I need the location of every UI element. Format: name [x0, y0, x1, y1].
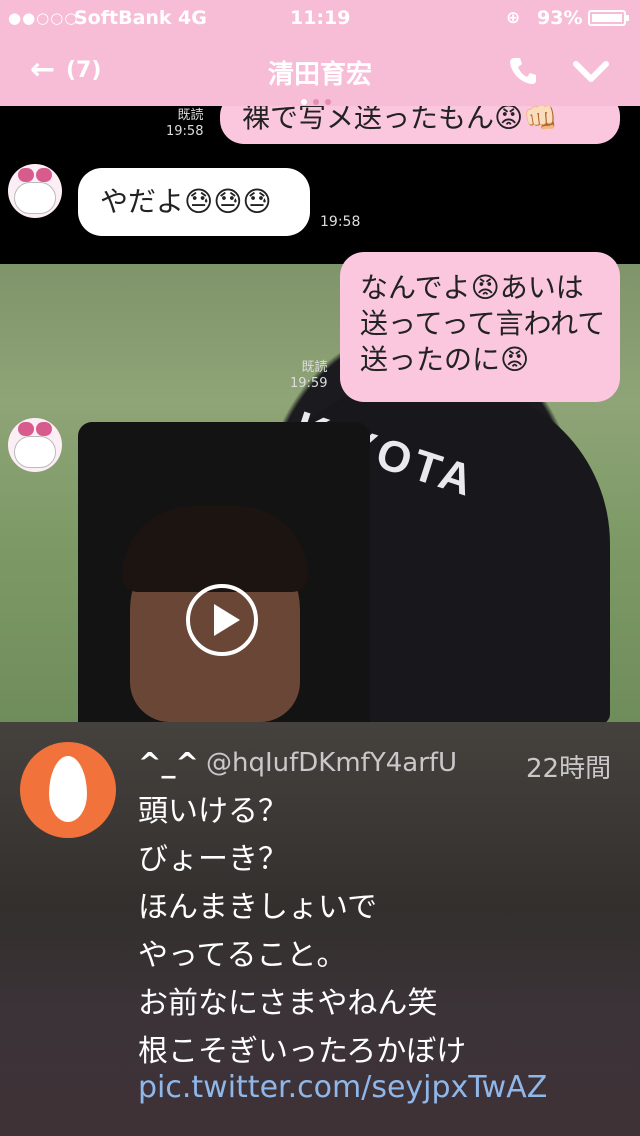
tweet-line: お前なにさまやねん笑 [138, 986, 438, 1021]
tweet-timestamp: 22時間 [526, 754, 612, 784]
play-icon[interactable] [186, 584, 258, 656]
tweet-line: ほんまきしょいで [138, 890, 378, 925]
tweet-line: 頭いける？ [138, 794, 288, 829]
chat-area[interactable]: KIYOTA 既読 19:58 裸で写メ送ったもん😡👊🏻 やだよ😓😓😓 19:5… [0, 106, 640, 722]
tweet-line: やってること。 [138, 938, 347, 973]
video-message[interactable] [78, 422, 370, 722]
avatar[interactable] [8, 164, 62, 218]
chevron-down-icon[interactable] [572, 56, 610, 86]
tweet-author-handle[interactable]: @hqIufDKmfY4arfU [206, 748, 457, 778]
battery-percent: 93% [537, 7, 583, 29]
message-bubble-outgoing[interactable]: なんでよ😡あいは 送ってって言われて 送ったのに😡 [340, 252, 620, 402]
message-bubble-outgoing[interactable]: 裸で写メ送ったもん😡👊🏻 [220, 106, 620, 144]
tweet-card[interactable]: ^_^ @hqIufDKmfY4arfU 22時間 頭いける？ びょーき？ ほん… [0, 722, 640, 1136]
battery-icon [588, 10, 629, 26]
unread-count[interactable]: (7) [66, 58, 101, 83]
tweet-media-link[interactable]: pic.twitter.com/seyjpxTwAZ [138, 1070, 547, 1105]
message-bubble-incoming[interactable]: やだよ😓😓😓 [78, 168, 310, 236]
message-text: やだよ😓😓😓 [100, 185, 272, 218]
read-receipt: 既読 19:59 [290, 360, 328, 391]
tweet-author-name[interactable]: ^_^ [138, 746, 199, 779]
message-time: 19:58 [320, 214, 361, 230]
tweet-line: びょーき？ [138, 842, 288, 877]
network-type: 4G [178, 7, 207, 29]
message-text: 裸で写メ送ったもん😡👊🏻 [242, 106, 559, 134]
rotation-lock-icon: ⊕ [506, 8, 521, 28]
default-egg-avatar[interactable] [20, 742, 116, 838]
signal-strength: ●●○○○ [8, 9, 79, 27]
chat-header: 清田育宏 ← (7) [0, 36, 640, 106]
clock: 11:19 [290, 7, 351, 29]
tweet-text: 頭いける？ びょーき？ ほんまきしょいで やってること。 お前なにさまやねん笑 … [138, 788, 618, 1076]
tweet-line: 根こそぎいったろかぼけ [138, 1034, 467, 1069]
status-bar: ●●○○○ SoftBank 4G 11:19 ⊕ 93% [0, 0, 640, 36]
avatar[interactable] [8, 418, 62, 472]
back-arrow-icon[interactable]: ← [30, 52, 55, 87]
read-receipt: 既読 19:58 [166, 108, 204, 139]
carrier-name: SoftBank [74, 7, 172, 29]
phone-icon[interactable] [508, 54, 540, 86]
message-text: なんでよ😡あいは 送ってって言われて 送ったのに😡 [360, 271, 606, 376]
egg-icon [49, 756, 87, 822]
